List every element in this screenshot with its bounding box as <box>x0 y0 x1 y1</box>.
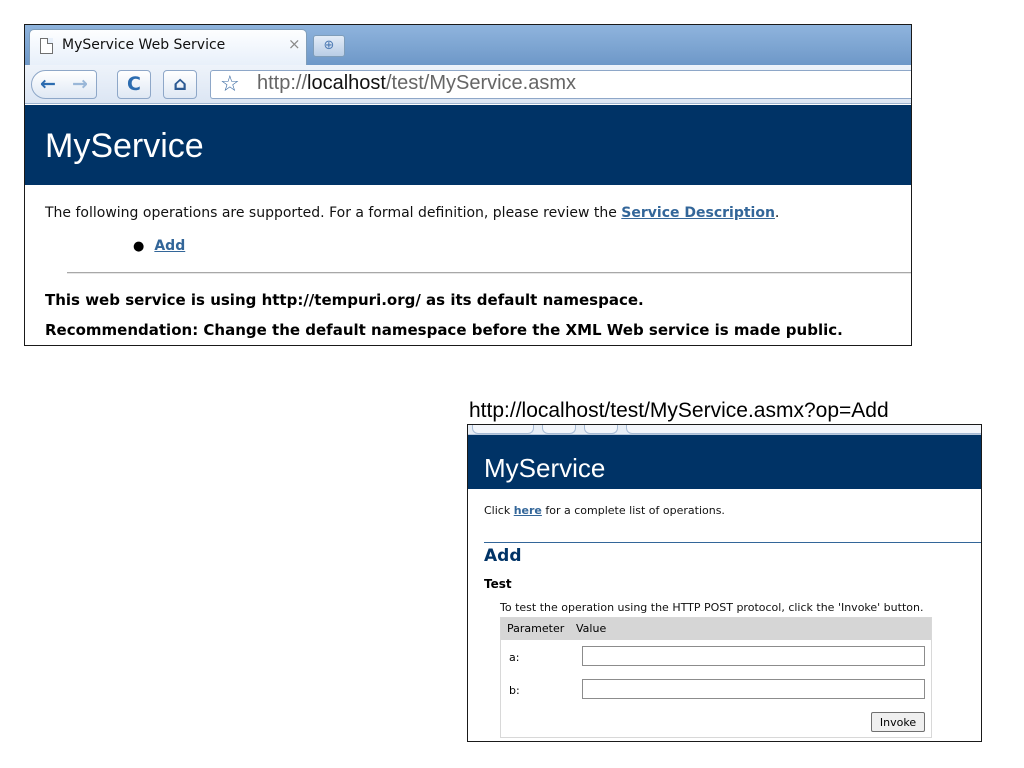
param-input-a[interactable] <box>582 646 925 666</box>
url-host: localhost <box>307 72 386 94</box>
bookmark-star-icon[interactable]: ☆ <box>220 70 240 99</box>
param-input-b[interactable] <box>582 679 925 699</box>
url-path: /test/MyService.asmx <box>385 72 577 94</box>
close-icon[interactable]: × <box>288 35 301 53</box>
tab-strip: MyService Web Service × ⊕ <box>25 25 911 65</box>
divider <box>67 272 911 274</box>
here-link[interactable]: here <box>514 504 542 517</box>
click-suffix: for a complete list of operations. <box>541 504 725 517</box>
intro-text: The following operations are supported. … <box>45 205 622 221</box>
invoke-button[interactable]: Invoke <box>871 712 925 732</box>
page-title: MyService <box>25 105 911 185</box>
namespace-note: This web service is using http://tempuri… <box>45 291 644 309</box>
service-description-link[interactable]: Service Description <box>621 205 775 221</box>
home-icon[interactable]: ⌂ <box>163 70 197 99</box>
parameter-table: Parameter Value a: b: Invoke <box>500 617 932 738</box>
list-item: ● Add <box>133 238 185 254</box>
operations-list-hint: Click here for a complete list of operat… <box>484 504 725 517</box>
tab-myservice[interactable]: MyService Web Service × <box>29 29 307 65</box>
column-header-value: Value <box>576 622 607 635</box>
browser-screenshot-service-page: MyService Web Service × ⊕ ← → C ⌂ ☆ http… <box>24 24 912 346</box>
intro-end: . <box>774 205 780 221</box>
tab-title: MyService Web Service <box>62 37 226 53</box>
test-heading: Test <box>484 577 512 591</box>
back-forward-buttons: ← → <box>31 70 97 99</box>
url-scheme: http:// <box>257 72 308 94</box>
test-description: To test the operation using the HTTP POS… <box>500 601 924 614</box>
back-arrow-icon[interactable]: ← <box>40 71 56 98</box>
column-header-parameter: Parameter <box>507 622 565 635</box>
operation-title: Add <box>484 546 522 566</box>
browser-toolbar: ← → C ⌂ ☆ http://localhost/test/MyServic… <box>25 65 911 104</box>
param-label-b: b: <box>509 684 520 697</box>
reload-icon[interactable]: C <box>117 70 151 99</box>
recommendation-note: Recommendation: Change the default names… <box>45 321 843 339</box>
param-label-a: a: <box>509 651 520 664</box>
operation-link-add[interactable]: Add <box>154 238 185 254</box>
page-icon <box>40 38 53 54</box>
bullet-icon: ● <box>133 239 145 254</box>
forward-arrow-icon[interactable]: → <box>72 71 88 98</box>
operation-test-screenshot: MyService Click here for a complete list… <box>467 424 982 742</box>
operation-url-caption: http://localhost/test/MyService.asmx?op=… <box>469 399 889 422</box>
new-tab-button[interactable]: ⊕ <box>313 35 345 57</box>
cropped-toolbar <box>468 425 981 435</box>
page-title: MyService <box>468 435 981 489</box>
click-prefix: Click <box>484 504 514 517</box>
divider <box>484 542 981 543</box>
service-help-page: MyService The following operations are s… <box>25 105 911 339</box>
operations-intro: The following operations are supported. … <box>45 205 779 221</box>
table-header: Parameter Value <box>501 618 931 640</box>
url-text[interactable]: http://localhost/test/MyService.asmx <box>257 72 576 95</box>
